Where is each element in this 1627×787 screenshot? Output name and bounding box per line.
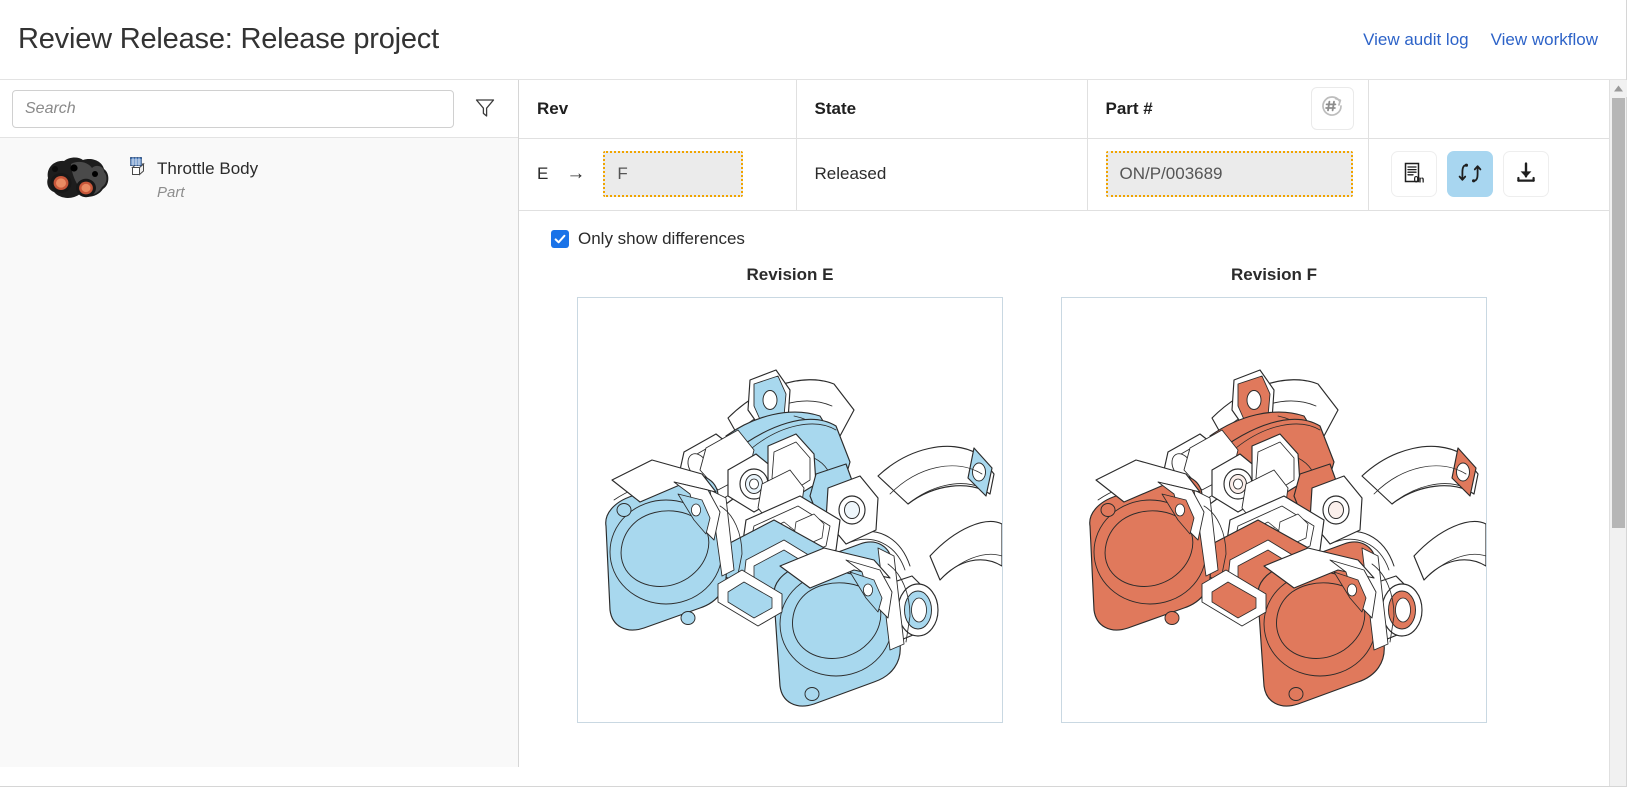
only-show-differences-label[interactable]: Only show differences <box>578 229 745 249</box>
cell-part-number: ON/P/003689 <box>1087 138 1368 210</box>
revision-f-canvas[interactable] <box>1061 297 1487 723</box>
tree-item-title-row: Throttle Body <box>128 155 258 182</box>
compare-revisions-button[interactable] <box>1447 151 1493 197</box>
document-properties-icon: 0n <box>1401 160 1427 189</box>
check-icon <box>553 232 567 246</box>
cell-rev: E → F <box>519 138 796 210</box>
view-properties-button[interactable]: 0n <box>1391 151 1437 197</box>
rev-arrow-icon: → <box>566 163 585 185</box>
left-panel: Throttle Body Part <box>0 80 519 767</box>
revision-e-title: Revision E <box>577 265 1003 285</box>
revision-viewers: Revision E <box>551 265 1626 723</box>
header-links: View audit log View workflow <box>1363 30 1598 50</box>
filter-funnel-icon <box>473 95 497 122</box>
search-input[interactable] <box>12 90 454 128</box>
scrollbar-thumb[interactable] <box>1612 98 1625 528</box>
page-title: Review Release: Release project <box>18 23 439 56</box>
tree-item-text: Throttle Body Part <box>126 155 258 201</box>
regenerate-part-number-icon <box>1319 93 1345 124</box>
part-document-icon <box>128 155 150 182</box>
chevron-up-icon <box>1613 84 1624 93</box>
search-bar <box>0 80 518 138</box>
vertical-scrollbar[interactable] <box>1609 80 1626 786</box>
compare-area: Only show differences Revision E <box>519 211 1626 787</box>
only-show-differences-row: Only show differences <box>551 229 1626 249</box>
review-release-page: Review Release: Release project View aud… <box>0 0 1627 787</box>
compare-arrows-icon <box>1457 160 1483 189</box>
rev-from-label: E <box>537 164 548 184</box>
revision-table-body: E → F Released ON/P/003689 <box>519 138 1626 210</box>
filter-button[interactable] <box>464 90 506 128</box>
cell-state: Released <box>796 138 1087 210</box>
svg-text:0n: 0n <box>1413 174 1424 184</box>
column-header-part-label: Part # <box>1106 99 1153 119</box>
only-show-differences-checkbox[interactable] <box>551 230 569 248</box>
model-tree: Throttle Body Part <box>0 138 518 767</box>
download-button[interactable] <box>1503 151 1549 197</box>
app-header: Review Release: Release project View aud… <box>0 0 1626 80</box>
tree-item-throttle-body[interactable]: Throttle Body Part <box>0 148 518 208</box>
rev-to-field[interactable]: F <box>603 151 743 197</box>
revision-f-viewer: Revision F <box>1061 265 1487 723</box>
revision-f-title: Revision F <box>1061 265 1487 285</box>
table-row: E → F Released ON/P/003689 <box>519 138 1626 210</box>
view-audit-log-link[interactable]: View audit log <box>1363 30 1469 50</box>
body-split: Throttle Body Part Rev State Part # <box>0 80 1626 786</box>
table-header-row: Rev State Part # <box>519 80 1626 138</box>
right-panel: Rev State Part # <box>519 80 1626 786</box>
view-workflow-link[interactable]: View workflow <box>1491 30 1598 50</box>
column-header-actions <box>1368 80 1626 138</box>
revision-table-head: Rev State Part # <box>519 80 1626 138</box>
revision-e-viewer: Revision E <box>577 265 1003 723</box>
tree-item-subtitle: Part <box>128 184 258 201</box>
download-icon <box>1513 160 1539 189</box>
revision-table: Rev State Part # <box>519 80 1626 211</box>
revision-e-canvas[interactable] <box>577 297 1003 723</box>
tree-item-label: Throttle Body <box>157 159 258 179</box>
column-header-rev: Rev <box>519 80 796 138</box>
cell-actions: 0n <box>1368 138 1626 210</box>
scrollbar-up-arrow[interactable] <box>1610 80 1627 97</box>
throttle-body-thumbnail <box>38 152 116 204</box>
regenerate-part-number-button[interactable] <box>1311 87 1354 130</box>
column-header-state: State <box>796 80 1087 138</box>
column-header-part: Part # <box>1087 80 1368 138</box>
part-number-field[interactable]: ON/P/003689 <box>1106 151 1353 197</box>
